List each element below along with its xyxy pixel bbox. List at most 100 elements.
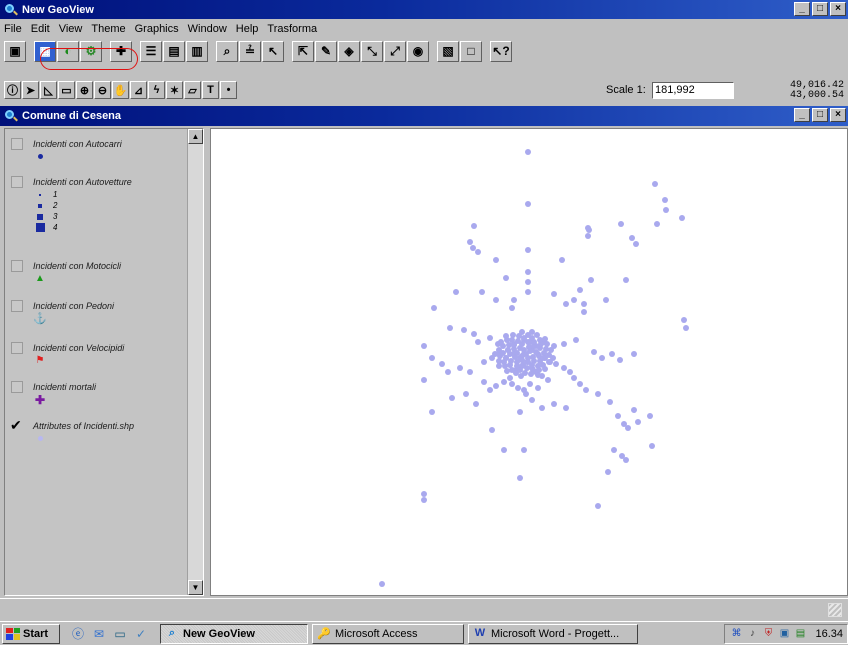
accident-point[interactable] bbox=[561, 365, 567, 371]
accident-point[interactable] bbox=[501, 447, 507, 453]
accident-point[interactable] bbox=[511, 297, 517, 303]
find-button[interactable]: ⌕ bbox=[216, 40, 238, 62]
accident-point[interactable] bbox=[581, 309, 587, 315]
accident-point[interactable] bbox=[461, 327, 467, 333]
accident-point[interactable] bbox=[517, 409, 523, 415]
add-theme-button[interactable]: ✚ bbox=[110, 40, 132, 62]
resize-grip-icon[interactable] bbox=[828, 603, 842, 617]
layer-visibility-checkbox[interactable] bbox=[10, 417, 23, 434]
accident-point[interactable] bbox=[607, 399, 613, 405]
accident-point[interactable] bbox=[611, 447, 617, 453]
accident-point[interactable] bbox=[487, 387, 493, 393]
accident-point[interactable] bbox=[523, 391, 529, 397]
accident-point[interactable] bbox=[529, 328, 536, 335]
accident-point[interactable] bbox=[617, 357, 623, 363]
accident-point[interactable] bbox=[662, 197, 668, 203]
accident-point[interactable] bbox=[623, 277, 629, 283]
accident-point[interactable] bbox=[541, 365, 548, 372]
accident-point[interactable] bbox=[379, 581, 385, 587]
accident-point[interactable] bbox=[652, 181, 658, 187]
accident-point[interactable] bbox=[481, 379, 487, 385]
draw-point-button[interactable]: • bbox=[220, 81, 237, 99]
accident-point[interactable] bbox=[551, 291, 557, 297]
accident-point[interactable] bbox=[509, 332, 516, 339]
accident-point[interactable] bbox=[525, 201, 531, 207]
view-minimize-button[interactable]: _ bbox=[794, 108, 810, 122]
accident-point[interactable] bbox=[503, 368, 510, 374]
layer-visibility-checkbox[interactable] bbox=[11, 176, 23, 188]
hotlink-button[interactable]: ϟ bbox=[148, 81, 165, 99]
accident-point[interactable] bbox=[591, 349, 597, 355]
accident-point[interactable] bbox=[553, 361, 559, 367]
network-icon[interactable]: ⌘ bbox=[729, 627, 743, 641]
accident-point[interactable] bbox=[631, 351, 637, 357]
accident-point[interactable] bbox=[629, 235, 635, 241]
accident-point[interactable] bbox=[421, 497, 427, 503]
accident-point[interactable] bbox=[567, 369, 573, 375]
accident-point[interactable] bbox=[525, 149, 531, 155]
accident-point[interactable] bbox=[577, 381, 583, 387]
area-button[interactable]: ▭ bbox=[58, 81, 75, 99]
monitor-icon[interactable]: ▣ bbox=[777, 627, 791, 641]
view-maximize-button[interactable]: □ bbox=[812, 108, 828, 122]
accident-point[interactable] bbox=[509, 305, 515, 311]
accident-point[interactable] bbox=[561, 341, 567, 347]
pan-button[interactable]: ✋ bbox=[112, 81, 129, 99]
accident-point[interactable] bbox=[585, 233, 591, 239]
outlook-icon[interactable]: ✉ bbox=[90, 625, 108, 643]
accident-point[interactable] bbox=[501, 379, 507, 385]
layer-visibility-checkbox[interactable] bbox=[11, 381, 23, 393]
accident-point[interactable] bbox=[525, 247, 531, 253]
accident-point[interactable] bbox=[481, 359, 487, 365]
menu-edit[interactable]: Edit bbox=[31, 23, 50, 35]
properties-button[interactable]: ☰ bbox=[140, 40, 162, 62]
accident-point[interactable] bbox=[471, 331, 477, 337]
help-button[interactable]: ↖? bbox=[490, 40, 512, 62]
identify-button[interactable]: ⓘ bbox=[4, 81, 21, 99]
layer-visibility-checkbox[interactable] bbox=[11, 300, 23, 312]
accident-point[interactable] bbox=[563, 301, 569, 307]
task-microsoft-access[interactable]: 🔑 Microsoft Access bbox=[312, 623, 464, 644]
accident-point[interactable] bbox=[449, 395, 455, 401]
accident-point[interactable] bbox=[581, 301, 587, 307]
accident-point[interactable] bbox=[654, 221, 660, 227]
scroll-up-button[interactable]: ▲ bbox=[188, 129, 203, 144]
view-close-button[interactable]: × bbox=[830, 108, 846, 122]
query-button[interactable]: ≟ bbox=[239, 40, 261, 62]
accident-point[interactable] bbox=[649, 443, 655, 449]
channels-icon[interactable]: ✓ bbox=[132, 625, 150, 643]
accident-point[interactable] bbox=[623, 457, 629, 463]
table-button[interactable]: ▦ bbox=[34, 40, 56, 62]
accident-point[interactable] bbox=[625, 425, 631, 431]
accident-point[interactable] bbox=[583, 387, 589, 393]
accident-point[interactable] bbox=[509, 381, 515, 387]
accident-point[interactable] bbox=[429, 355, 435, 361]
zoom-selected-button[interactable]: ◉ bbox=[407, 40, 429, 62]
accident-point[interactable] bbox=[585, 225, 591, 231]
vertex-button[interactable]: ◺ bbox=[40, 81, 57, 99]
menu-file[interactable]: File bbox=[4, 23, 22, 35]
zoom-active-button[interactable]: ⤢ bbox=[384, 40, 406, 62]
accident-point[interactable] bbox=[518, 373, 525, 380]
legend-button[interactable]: ▤ bbox=[163, 40, 185, 62]
accident-point[interactable] bbox=[571, 375, 577, 381]
accident-point[interactable] bbox=[525, 269, 531, 275]
accident-point[interactable] bbox=[535, 385, 541, 391]
accident-point[interactable] bbox=[495, 363, 502, 370]
accident-point[interactable] bbox=[517, 475, 523, 481]
accident-point[interactable] bbox=[551, 401, 557, 407]
edit-theme-button[interactable]: ✎ bbox=[315, 40, 337, 62]
zoom-in-button[interactable]: ⊕ bbox=[76, 81, 93, 99]
accident-point[interactable] bbox=[539, 405, 545, 411]
layer-visibility-checkbox[interactable] bbox=[11, 342, 23, 354]
accident-point[interactable] bbox=[573, 337, 579, 343]
toc-scrollbar[interactable]: ▲ ▼ bbox=[187, 129, 203, 595]
chart-button[interactable]: ◐ bbox=[57, 40, 79, 62]
legend-row[interactable]: Incidenti con Pedoni bbox=[11, 299, 114, 313]
locate-button[interactable]: ↖ bbox=[262, 40, 284, 62]
accident-point[interactable] bbox=[545, 377, 551, 383]
accident-point[interactable] bbox=[479, 289, 485, 295]
accident-point[interactable] bbox=[431, 305, 437, 311]
accident-point[interactable] bbox=[577, 287, 583, 293]
maximize-button[interactable]: □ bbox=[812, 2, 828, 16]
